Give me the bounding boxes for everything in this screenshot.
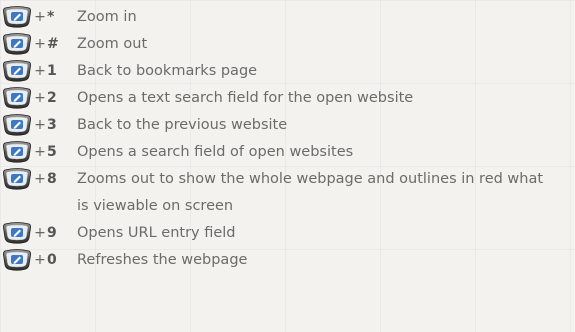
shortcut-row: + 5 Opens a search field of open website… [0,139,575,166]
shortcut-row: + 2 Opens a text search field for the op… [0,85,575,112]
plus-sign: + [34,144,46,160]
shortcut-key: 2 [47,90,57,106]
shortcut-description: Opens a search field of open websites [77,144,354,160]
phone-key-icon [2,33,32,55]
shortcut-row: + 8 Zooms out to show the whole webpage … [0,166,575,220]
shortcut-description: Zooms out to show the whole webpage and … [77,171,544,214]
shortcut-key: 1 [47,63,57,79]
phone-key-icon [2,60,32,82]
shortcut-description: Opens a text search field for the open w… [77,90,414,106]
plus-sign: + [34,90,46,106]
shortcut-row: + # Zoom out [0,31,575,58]
shortcut-row: + 9 Opens URL entry field [0,220,575,247]
phone-key-icon [2,114,32,136]
plus-sign: + [34,171,46,187]
phone-key-icon [2,87,32,109]
shortcut-row: + 3 Back to the previous website [0,112,575,139]
plus-sign: + [34,9,46,25]
shortcut-key: * [47,9,55,25]
shortcut-key: 8 [47,171,57,187]
phone-key-icon [2,6,32,28]
shortcut-description: Back to the previous website [77,117,288,133]
plus-sign: + [34,117,46,133]
plus-sign: + [34,63,46,79]
plus-sign: + [34,36,46,52]
phone-key-icon [2,222,32,244]
shortcut-description: Refreshes the webpage [77,252,248,268]
phone-key-icon [2,141,32,163]
shortcut-description: Zoom out [77,36,148,52]
shortcut-description: Opens URL entry field [77,225,236,241]
shortcut-row: + * Zoom in [0,4,575,31]
shortcut-key: 5 [47,144,57,160]
shortcut-list: + * Zoom in + # Zoom out + 1 Back to boo… [0,4,575,274]
shortcut-key: 9 [47,225,57,241]
shortcut-key: 0 [47,252,57,268]
shortcut-description: Zoom in [77,9,137,25]
shortcut-row: + 0 Refreshes the webpage [0,247,575,274]
phone-key-icon [2,168,32,190]
shortcut-row: + 1 Back to bookmarks page [0,58,575,85]
shortcut-description: Back to bookmarks page [77,63,258,79]
plus-sign: + [34,252,46,268]
shortcut-key: # [47,36,59,52]
phone-key-icon [2,249,32,271]
plus-sign: + [34,225,46,241]
shortcut-key: 3 [47,117,57,133]
